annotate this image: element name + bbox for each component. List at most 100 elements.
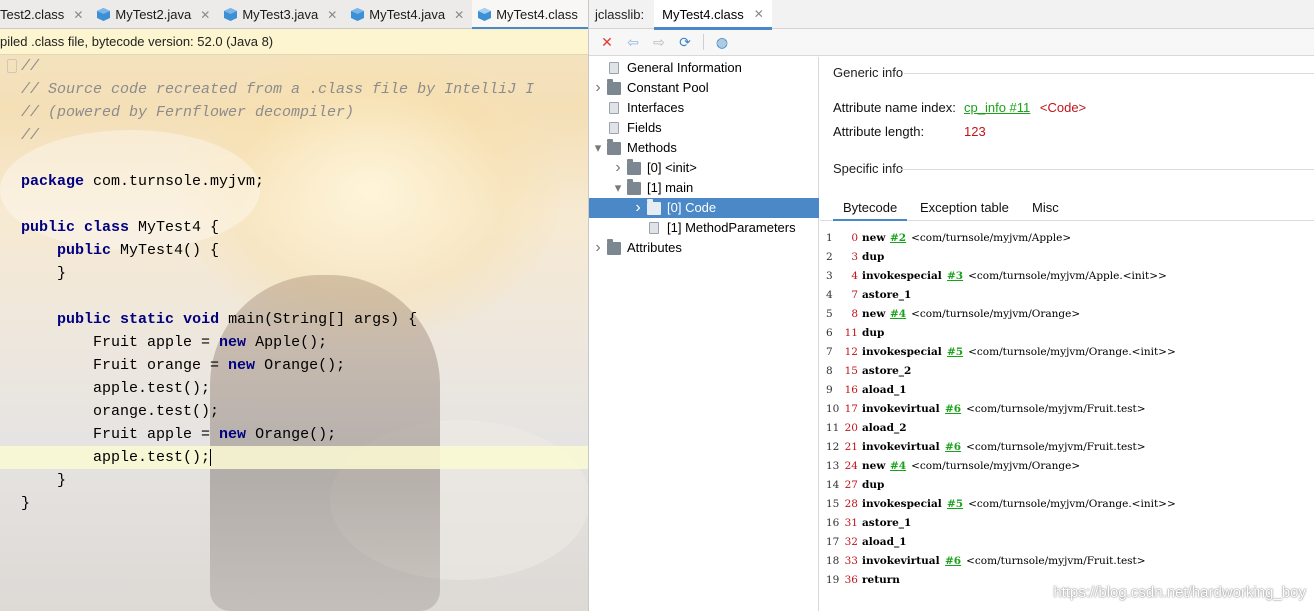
close-icon[interactable]: ✕ xyxy=(454,8,464,22)
constant-pool-link[interactable]: #5 xyxy=(947,346,963,358)
bytecode-offset: 20 xyxy=(844,422,858,434)
tree-node[interactable]: [1] MethodParameters xyxy=(589,218,818,238)
bytecode-row: 10 17 invokevirtual #6 <com/turnsole/myjvm/F… xyxy=(820,400,1314,419)
bytecode-comment: <com/turnsole/myjvm/Apple> xyxy=(911,232,1072,244)
editor-tab[interactable]: MyTest4.java ✕ xyxy=(345,0,472,29)
jclasslib-tab[interactable]: MyTest4.class ✕ xyxy=(654,0,772,30)
folder-icon xyxy=(627,178,641,195)
forward-button[interactable]: ⇨ xyxy=(649,32,669,52)
text-caret xyxy=(210,448,212,466)
back-button[interactable]: ⇦ xyxy=(623,32,643,52)
constant-pool-link[interactable]: #5 xyxy=(947,498,963,510)
tree-node[interactable]: ▾ [1] main xyxy=(589,178,818,198)
jclasslib-tab-bar: jclasslib: MyTest4.class ✕ xyxy=(589,0,1314,30)
folder-icon xyxy=(607,238,621,255)
tree-node-label: [1] MethodParameters xyxy=(667,220,796,235)
chevron-down-icon[interactable]: ▾ xyxy=(611,178,625,198)
tree-node[interactable]: Fields xyxy=(589,118,818,138)
cp-info-link[interactable]: cp_info #11 xyxy=(964,100,1030,115)
bytecode-offset: 7 xyxy=(851,289,858,301)
bytecode-opcode: invokevirtual xyxy=(862,555,940,567)
bytecode-line-number: 18 xyxy=(826,555,840,567)
constant-pool-link[interactable]: #4 xyxy=(890,460,906,472)
code-attribute-tabs: Bytecode Exception table Misc xyxy=(820,197,1314,221)
chevron-right-icon[interactable]: › xyxy=(611,158,625,178)
document-icon xyxy=(649,222,659,234)
tree-node[interactable]: › [0] <init> xyxy=(589,158,818,178)
editor-tab-active[interactable]: MyTest4.class ✕ xyxy=(472,0,588,30)
fold-marker-icon[interactable] xyxy=(7,59,17,73)
bytecode-offset: 31 xyxy=(844,517,858,529)
constant-pool-link[interactable]: #6 xyxy=(945,403,961,415)
bytecode-line-number: 12 xyxy=(826,441,840,453)
code-area[interactable]: // // Source code recreated from a .clas… xyxy=(0,55,588,515)
code-line: public MyTest4() { xyxy=(57,242,220,259)
constant-pool-link[interactable]: #4 xyxy=(890,308,906,320)
chevron-down-icon[interactable]: ▾ xyxy=(591,138,605,158)
code-line: Fruit orange = new Orange(); xyxy=(21,357,346,374)
close-icon[interactable]: ✕ xyxy=(754,7,764,21)
code-line: apple.test(); xyxy=(21,380,211,397)
bytecode-line-number: 11 xyxy=(826,422,840,434)
bytecode-opcode: invokespecial xyxy=(862,346,942,358)
chevron-right-icon[interactable]: › xyxy=(591,238,605,258)
bytecode-comment: <com/turnsole/myjvm/Fruit.test> xyxy=(966,441,1146,453)
constant-pool-link[interactable]: #6 xyxy=(945,441,961,453)
bytecode-line-number: 3 xyxy=(826,270,833,282)
bytecode-row: 14 27 dup xyxy=(820,476,1314,495)
tree-node[interactable]: ▾ Methods xyxy=(589,138,818,158)
tree-node-label: [0] Code xyxy=(667,200,717,215)
bytecode-line-number: 14 xyxy=(826,479,840,491)
tree-node[interactable]: › [0] Code xyxy=(589,198,819,218)
bytecode-row: 6 11 dup xyxy=(820,324,1314,343)
tree-node[interactable]: General Information xyxy=(589,58,818,78)
bytecode-operand: #6 <com/turnsole/myjvm/Fruit.test> xyxy=(945,438,1146,457)
class-structure-tree[interactable]: General Information › Constant Pool Interfa… xyxy=(589,57,819,611)
bytecode-operand: #2 <com/turnsole/myjvm/Apple> xyxy=(890,229,1071,248)
web-button[interactable]: ◍ xyxy=(712,32,732,52)
bytecode-offset: 12 xyxy=(844,346,858,358)
bytecode-operand: #3 <com/turnsole/myjvm/Apple.<init>> xyxy=(947,267,1167,286)
bytecode-comment: <com/turnsole/myjvm/Fruit.test> xyxy=(966,403,1146,415)
editor-tab[interactable]: Test2.class ✕ xyxy=(0,0,91,29)
bytecode-line-number: 10 xyxy=(826,403,840,415)
bytecode-opcode: invokespecial xyxy=(862,498,942,510)
constant-pool-link[interactable]: #2 xyxy=(890,232,906,244)
constant-pool-link[interactable]: #6 xyxy=(945,555,961,567)
bytecode-listing[interactable]: 1 0 new #2 <com/turnsole/myjvm/Apple> 2 3 dup 3 4… xyxy=(820,229,1314,590)
bytecode-row: 15 28 invokespecial #5 <com/turnsole/myjvm/O… xyxy=(820,495,1314,514)
chevron-right-icon[interactable]: › xyxy=(591,78,605,98)
tree-node-label: Methods xyxy=(627,140,677,155)
chevron-right-icon[interactable]: › xyxy=(631,198,645,218)
constant-pool-link[interactable]: #3 xyxy=(947,270,963,282)
globe-icon: ◍ xyxy=(715,33,729,50)
tab-exception-table[interactable]: Exception table xyxy=(920,200,1009,215)
bytecode-row: 13 24 new #4 <com/turnsole/myjvm/Orange> xyxy=(820,457,1314,476)
bytecode-row: 12 21 invokevirtual #6 <com/turnsole/myjvm/F… xyxy=(820,438,1314,457)
close-icon[interactable]: ✕ xyxy=(200,8,210,22)
bytecode-line-number: 2 xyxy=(826,251,833,263)
tab-misc[interactable]: Misc xyxy=(1032,200,1059,215)
bytecode-opcode: dup xyxy=(862,251,885,263)
editor-tab[interactable]: MyTest3.java ✕ xyxy=(218,0,345,29)
code-line: Fruit apple = new Orange(); xyxy=(21,426,337,443)
tree-node[interactable]: Interfaces xyxy=(589,98,818,118)
bytecode-row: 8 15 astore_2 xyxy=(820,362,1314,381)
bytecode-line-number: 6 xyxy=(826,327,833,339)
bytecode-opcode: new xyxy=(862,232,886,244)
code-line: public class MyTest4 { xyxy=(21,219,220,236)
tab-bytecode[interactable]: Bytecode xyxy=(832,200,908,221)
close-icon[interactable]: ✕ xyxy=(327,8,337,22)
editor-tab[interactable]: MyTest2.java ✕ xyxy=(91,0,218,29)
close-icon[interactable]: ✕ xyxy=(73,8,83,22)
bytecode-opcode: dup xyxy=(862,327,885,339)
bytecode-opcode: invokespecial xyxy=(862,270,942,282)
bytecode-offset: 33 xyxy=(844,555,858,567)
tree-node[interactable]: › Constant Pool xyxy=(589,78,818,98)
close-class-button[interactable]: ✕ xyxy=(597,32,617,52)
red-x-icon: ✕ xyxy=(601,33,613,50)
tree-node[interactable]: › Attributes xyxy=(589,238,818,258)
reload-button[interactable]: ⟳ xyxy=(675,32,695,52)
